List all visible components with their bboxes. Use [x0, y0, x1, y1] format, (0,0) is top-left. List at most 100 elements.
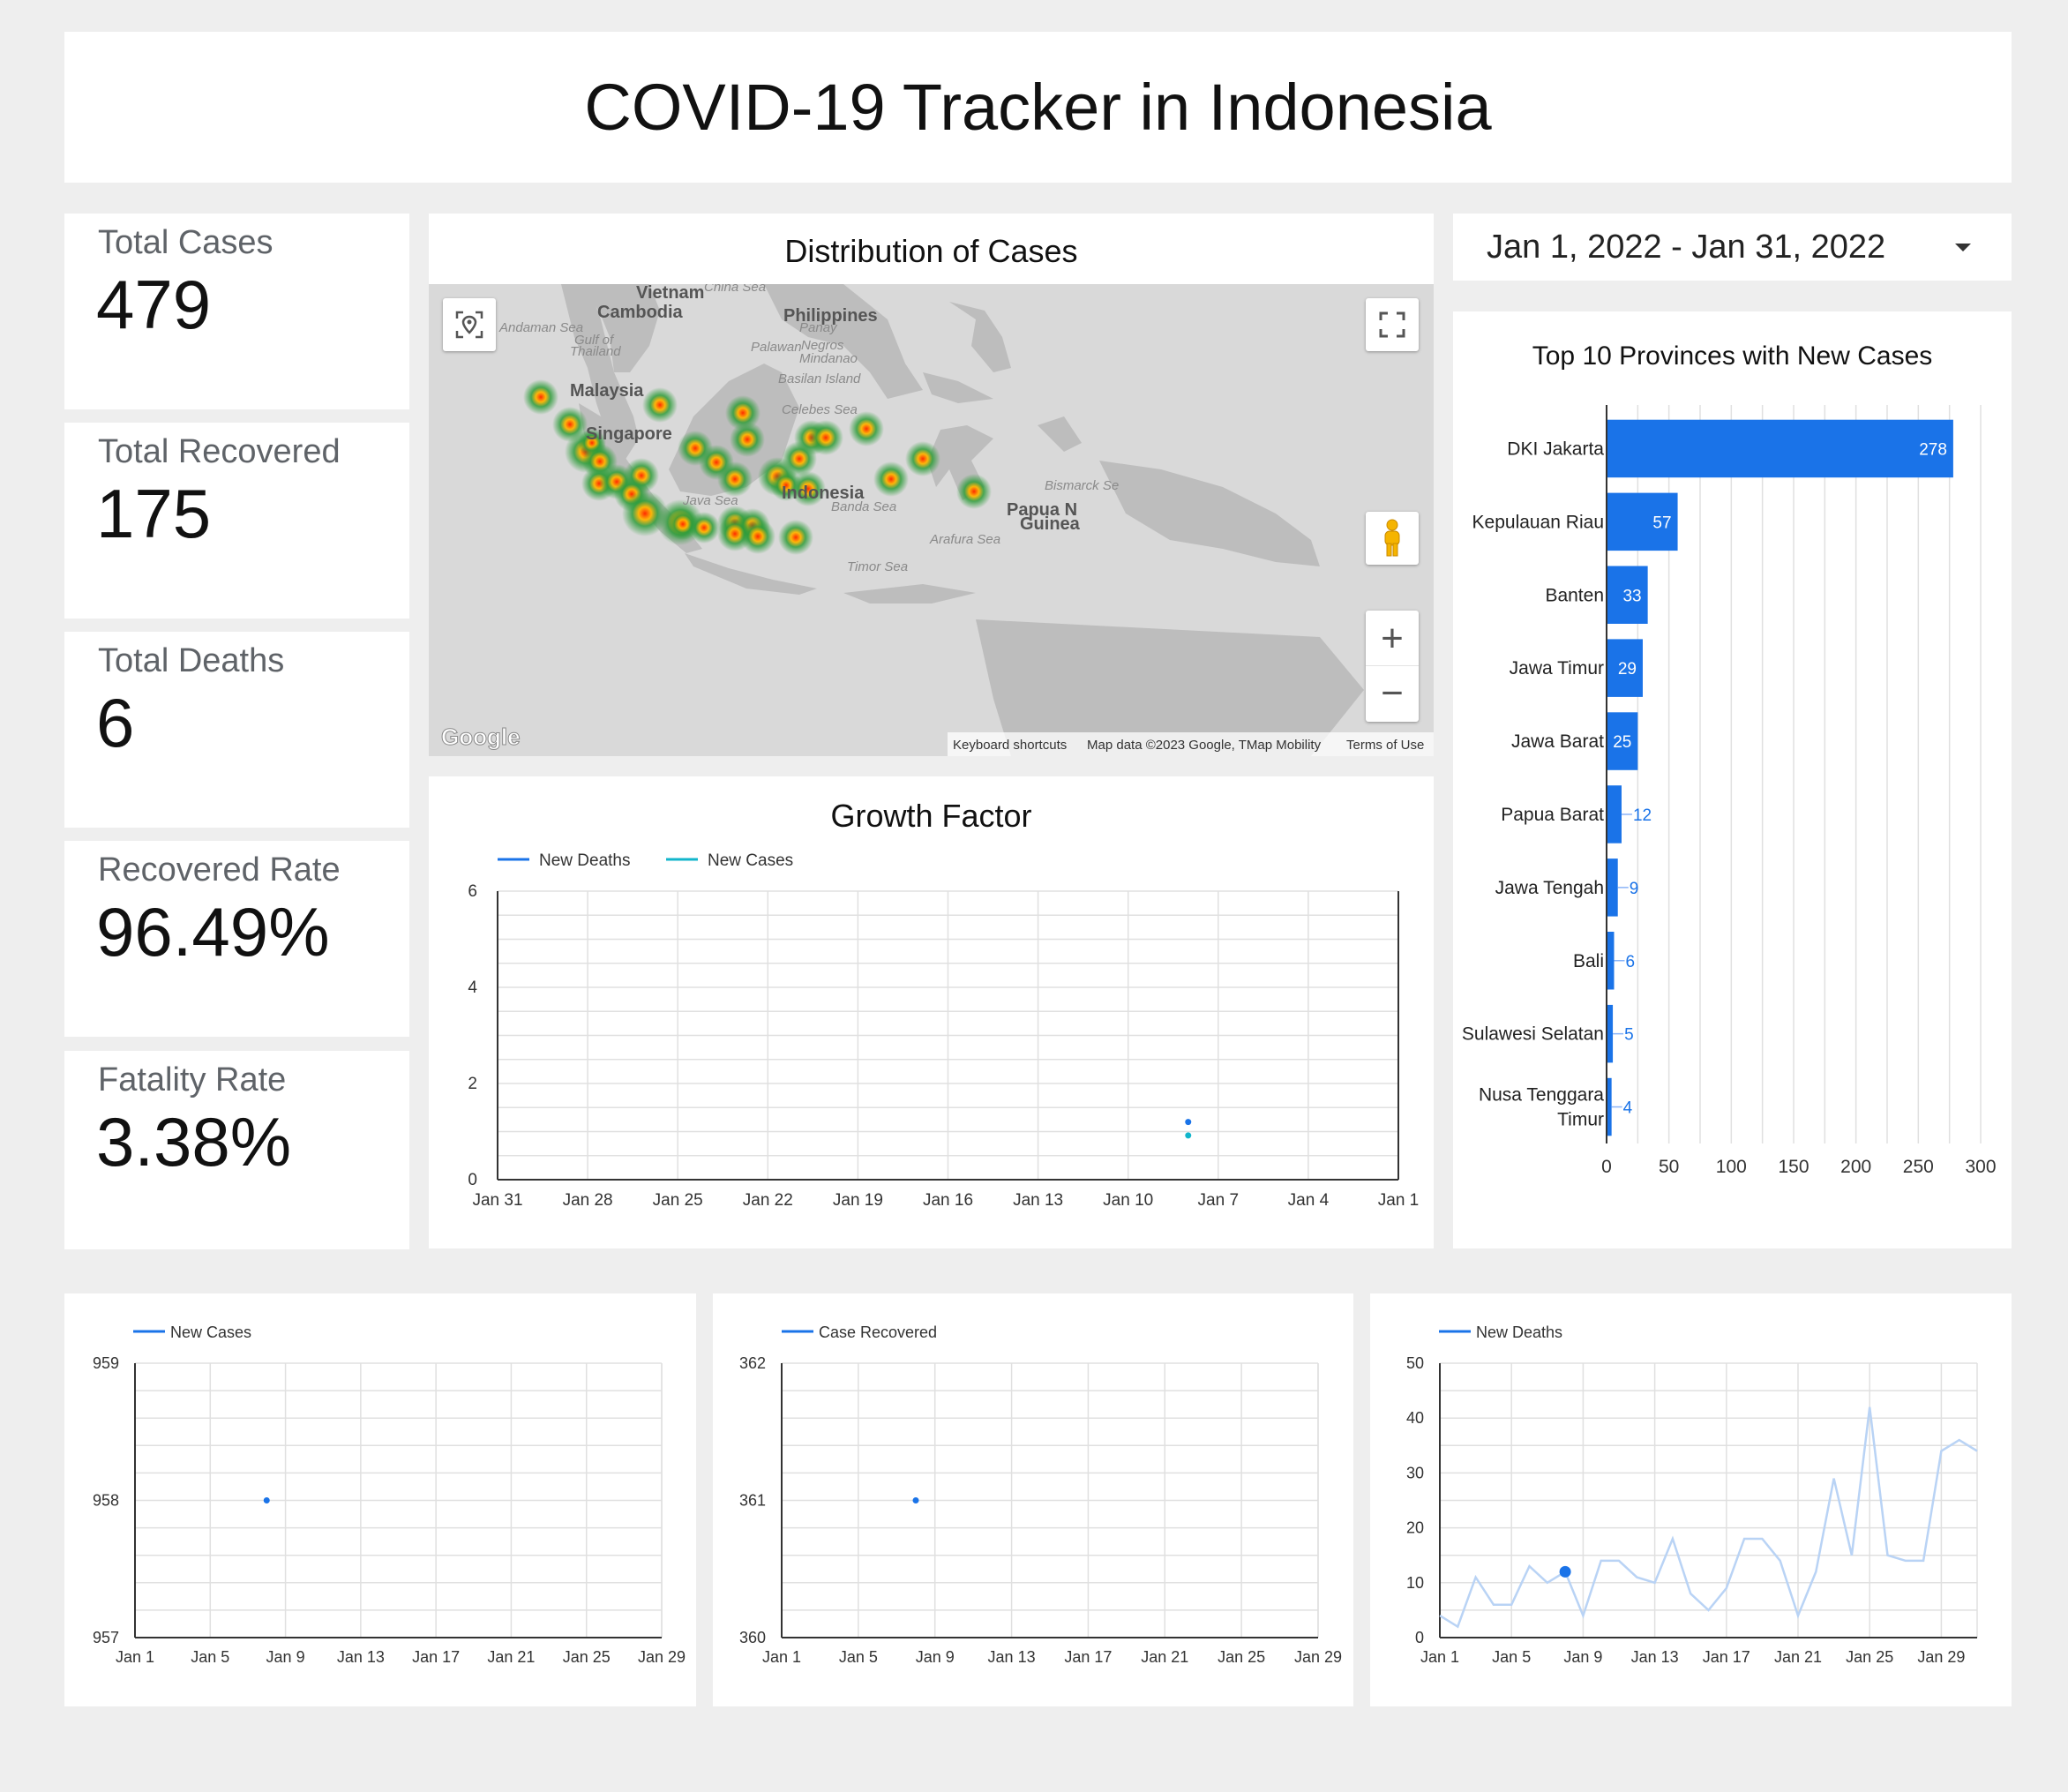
fullscreen-button[interactable]	[1366, 298, 1419, 351]
y-tick-label: 2	[468, 1075, 477, 1093]
y-tick-label: 40	[1406, 1409, 1424, 1427]
x-tick-label: Jan 17	[1703, 1648, 1750, 1666]
kpi-label: Fatality Rate	[98, 1061, 287, 1098]
dropdown-arrow-icon[interactable]	[1955, 244, 1971, 251]
x-tick-label: Jan 13	[988, 1648, 1036, 1666]
kpi-value: 6	[96, 684, 135, 761]
kpi-total-cases: Total Cases 479	[64, 214, 409, 409]
data-label: 6	[1625, 953, 1635, 971]
data-label: 29	[1618, 660, 1637, 679]
x-tick-label: Jan 9	[266, 1648, 305, 1666]
bar	[1607, 419, 1953, 478]
legend-label: New Cases	[708, 851, 793, 870]
data-label: 4	[1623, 1099, 1633, 1118]
kpi-total-recovered: Total Recovered 175	[64, 423, 409, 619]
x-tick-label: 50	[1659, 1157, 1679, 1177]
x-tick-label: Jan 5	[839, 1648, 878, 1666]
kpi-value: 175	[96, 475, 212, 552]
x-tick-label: 200	[1840, 1157, 1871, 1177]
x-tick-label: Jan 7	[1198, 1191, 1239, 1210]
map-label-singapore: Singapore	[586, 424, 672, 444]
new-cases-card: Jan 1 Jan 5 Jan 9 Jan 13 Jan 17 Jan 21 Jan 25 J…	[64, 1293, 696, 1706]
x-tick-label: Jan 9	[1563, 1648, 1602, 1666]
data-label: 33	[1622, 587, 1641, 605]
growth-factor-card: Growth Factor Jan 31 Jan 28 Jan 25 Jan 22 Ja…	[429, 776, 1434, 1248]
data-label: 25	[1613, 733, 1631, 752]
x-tick-label: Jan 25	[1218, 1648, 1265, 1666]
map-label-bismarck: Bismarck Se	[1045, 478, 1119, 493]
x-tick-label: 300	[1965, 1157, 1996, 1177]
map-title: Distribution of Cases	[784, 233, 1078, 269]
kpi-value: 479	[96, 266, 212, 343]
x-tick-label: 0	[1601, 1157, 1612, 1177]
map-label-papua-2: Guinea	[1020, 514, 1081, 534]
category-label: Nusa Tenggara	[1479, 1085, 1604, 1106]
category-label: Banten	[1545, 585, 1604, 605]
locate-button[interactable]	[443, 298, 496, 351]
y-tick-label: 30	[1406, 1464, 1424, 1481]
locate-icon	[455, 311, 483, 339]
y-tick-label: 959	[93, 1354, 119, 1372]
highlight-point	[1559, 1565, 1571, 1578]
map-label-malaysia: Malaysia	[570, 381, 644, 401]
terms-of-use-link[interactable]: Terms of Use	[1346, 738, 1424, 753]
x-tick-label: Jan 29	[1917, 1648, 1965, 1666]
kpi-recovered-rate: Recovered Rate 96.49%	[64, 841, 409, 1037]
data-label: 57	[1652, 514, 1671, 532]
x-tick-label: Jan 5	[191, 1648, 229, 1666]
series-line	[1439, 1406, 1978, 1629]
bar	[1607, 932, 1615, 990]
x-tick-label: Jan 13	[1013, 1191, 1063, 1210]
keyboard-shortcuts-link[interactable]: Keyboard shortcuts	[953, 738, 1067, 753]
data-point	[1185, 1132, 1192, 1139]
provinces-card: Top 10 Provinces with New Cases 0 50 100 15…	[1453, 311, 2012, 1248]
x-tick-label: 250	[1903, 1157, 1934, 1177]
y-tick-label: 50	[1406, 1354, 1424, 1372]
street-view-button[interactable]	[1366, 512, 1419, 565]
x-tick-label: Jan 22	[743, 1191, 793, 1210]
x-tick-label: Jan 1	[1420, 1648, 1459, 1666]
x-tick-label: Jan 5	[1492, 1648, 1531, 1666]
map-label-vietnam: Vietnam	[636, 284, 704, 303]
zoom-in-button[interactable]: +	[1366, 611, 1419, 666]
x-tick-label: Jan 13	[337, 1648, 385, 1666]
map-label-basilan: Basilan Island	[778, 371, 861, 386]
new-deaths-card: Jan 1 Jan 5 Jan 9 Jan 13 Jan 17 Jan 21 Jan 25 J…	[1370, 1293, 2012, 1706]
cases-map[interactable]: Vietnam Cambodia Philippines Malaysia Si…	[429, 284, 1434, 756]
x-tick-label: Jan 29	[638, 1648, 686, 1666]
zoom-out-button[interactable]: −	[1366, 666, 1419, 721]
x-tick-label: Jan 19	[833, 1191, 883, 1210]
growth-factor-chart: Jan 31 Jan 28 Jan 25 Jan 22 Jan 19 Jan 16 Jan …	[468, 851, 1419, 1210]
date-range-control[interactable]: Jan 1, 2022 - Jan 31, 2022	[1453, 214, 2012, 281]
x-tick-label: Jan 17	[412, 1648, 460, 1666]
map-label-arafura: Arafura Sea	[929, 532, 1000, 547]
x-tick-label: Jan 1	[1378, 1191, 1419, 1210]
kpi-value: 3.38%	[96, 1103, 292, 1181]
x-tick-label: 100	[1716, 1157, 1747, 1177]
x-tick-label: Jan 10	[1103, 1191, 1153, 1210]
zoom-control: + −	[1366, 611, 1419, 722]
data-label: 9	[1630, 880, 1639, 898]
category-label: Timur	[1557, 1110, 1604, 1130]
kpi-label: Total Recovered	[98, 433, 341, 470]
date-range-value: Jan 1, 2022 - Jan 31, 2022	[1487, 228, 1886, 266]
kpi-value: 96.49%	[96, 893, 330, 971]
provinces-chart: 0 50 100 150 200 250 300 DKI Jakarta 278 Kepulaua…	[1462, 405, 1997, 1177]
map-data-attribution: Map data ©2023 Google, TMap Mobility	[1087, 738, 1322, 753]
y-tick-label: 360	[739, 1629, 766, 1646]
x-tick-label: Jan 1	[762, 1648, 801, 1666]
category-label: DKI Jakarta	[1507, 439, 1604, 459]
kpi-total-deaths: Total Deaths 6	[64, 632, 409, 828]
category-label: Jawa Tengah	[1495, 878, 1604, 898]
map-label-java-sea: Java Sea	[682, 493, 738, 508]
map-label-china-sea: China Sea	[704, 284, 766, 295]
kpi-fatality-rate: Fatality Rate 3.38%	[64, 1051, 409, 1249]
legend-label: New Deaths	[539, 851, 631, 870]
x-tick-label: Jan 21	[1141, 1648, 1188, 1666]
x-tick-label: Jan 13	[1631, 1648, 1679, 1666]
y-tick-label: 6	[468, 882, 477, 901]
x-tick-label: Jan 31	[472, 1191, 522, 1210]
x-tick-label: Jan 4	[1288, 1191, 1330, 1210]
map-canvas[interactable]: Vietnam Cambodia Philippines Malaysia Si…	[429, 284, 1434, 756]
category-label: Kepulauan Riau	[1472, 512, 1604, 532]
